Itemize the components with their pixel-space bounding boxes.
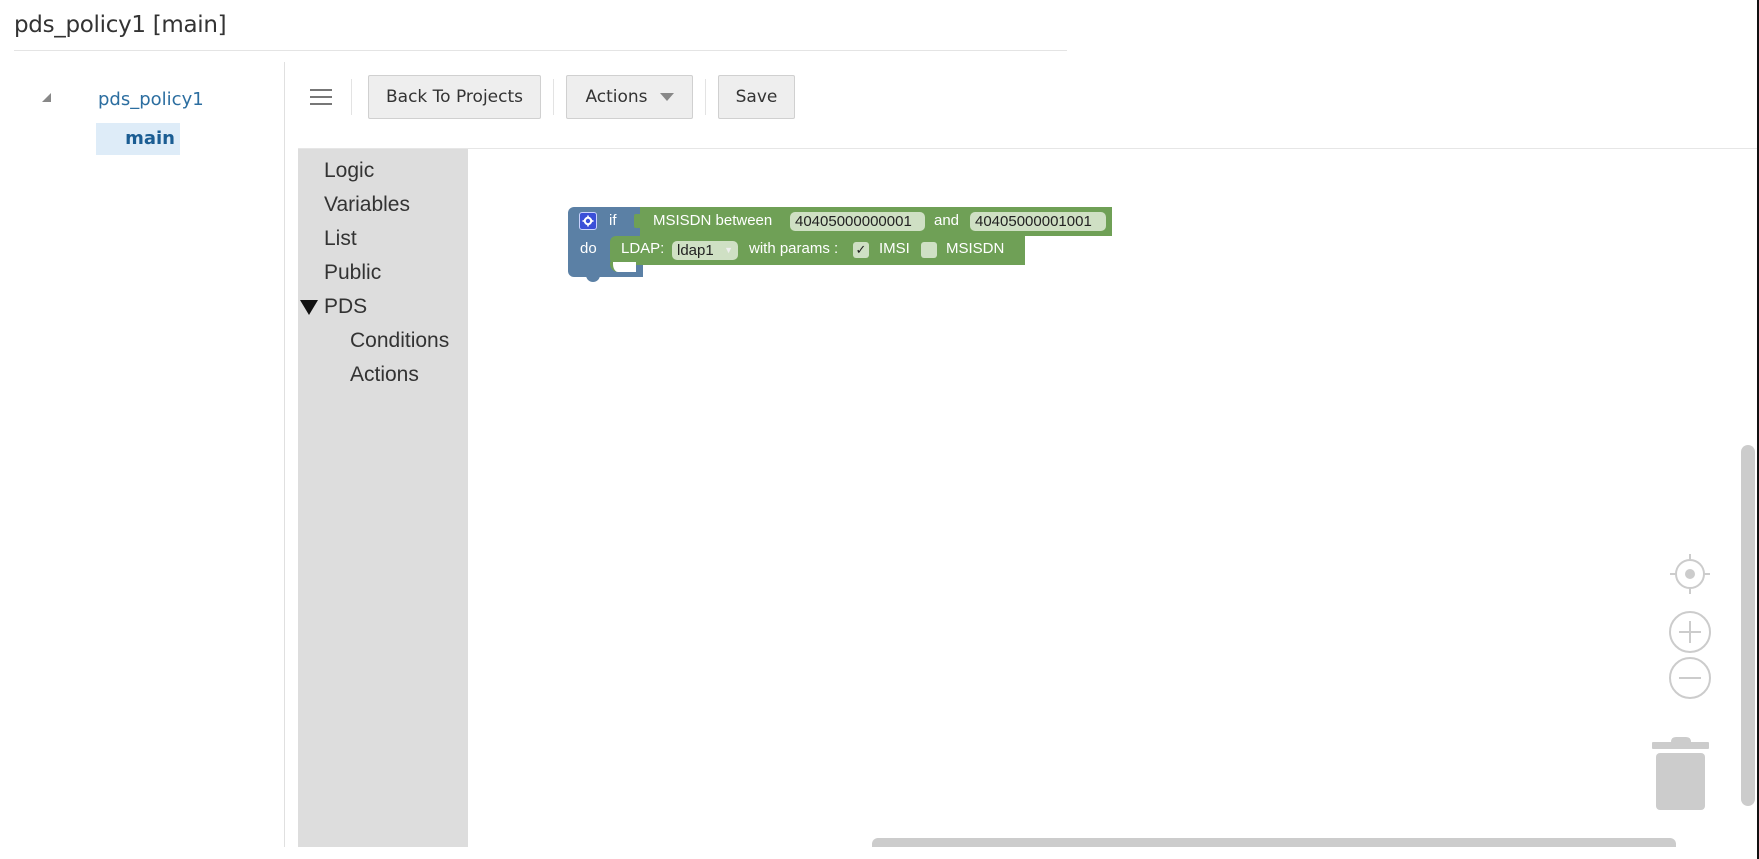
tree-item-main[interactable]: main xyxy=(96,123,180,155)
msisdn-label: MSISDN xyxy=(946,240,1005,257)
msisdn-from-field[interactable]: 40405000000001 xyxy=(790,212,925,231)
msisdn-checkbox[interactable] xyxy=(921,242,937,258)
zoom-out-icon[interactable] xyxy=(1668,656,1712,700)
hamburger-icon[interactable] xyxy=(310,89,332,107)
tree-item-project[interactable]: pds_policy1 xyxy=(98,89,204,110)
toolbox-category-actions[interactable]: Actions xyxy=(350,363,419,387)
actions-label: Actions xyxy=(585,87,648,107)
toolbox-category-variables[interactable]: Variables xyxy=(324,193,410,217)
expand-triangle-icon[interactable] xyxy=(300,300,318,315)
condition-label: MSISDN between xyxy=(653,212,773,229)
chevron-down-icon xyxy=(659,93,674,101)
toolbox-category-conditions[interactable]: Conditions xyxy=(350,329,449,353)
ldap-dropdown[interactable]: ldap1 ▼ xyxy=(672,241,738,260)
with-params-label: with params : xyxy=(749,240,839,257)
back-to-projects-button[interactable]: Back To Projects xyxy=(368,75,541,119)
toolbox-category-list[interactable]: List xyxy=(324,227,357,251)
toolbar-separator xyxy=(351,79,352,115)
and-label: and xyxy=(934,212,960,229)
dropdown-arrow-icon: ▼ xyxy=(724,245,733,255)
actions-menu-button[interactable]: Actions xyxy=(566,75,693,119)
imsi-checkbox[interactable]: ✓ xyxy=(853,242,869,258)
imsi-label: IMSI xyxy=(879,240,910,257)
vertical-scrollbar[interactable] xyxy=(1741,445,1755,806)
title-divider xyxy=(14,50,1067,51)
tree-collapse-icon[interactable] xyxy=(42,93,51,102)
recenter-icon[interactable] xyxy=(1668,552,1712,596)
toolbox-category-pds[interactable]: PDS xyxy=(324,295,367,319)
toolbox-category-public[interactable]: Public xyxy=(324,261,381,285)
toolbar-separator xyxy=(553,79,554,115)
blockly-toolbox: Logic Variables List Public PDS Conditio… xyxy=(298,149,468,847)
do-label: do xyxy=(580,240,597,257)
save-button[interactable]: Save xyxy=(718,75,795,119)
zoom-in-icon[interactable] xyxy=(1668,610,1712,654)
action-block-connector xyxy=(610,262,636,272)
ldap-selected-value: ldap1 xyxy=(677,242,714,259)
msisdn-to-field[interactable]: 40405000001001 xyxy=(970,212,1106,231)
horizontal-scrollbar[interactable] xyxy=(872,838,1676,847)
toolbar-separator xyxy=(705,79,706,115)
toolbox-category-logic[interactable]: Logic xyxy=(324,159,374,183)
gear-icon[interactable] xyxy=(579,212,597,230)
if-label: if xyxy=(609,212,617,229)
trash-icon[interactable] xyxy=(1651,736,1711,812)
page-title: pds_policy1 [main] xyxy=(14,12,227,38)
panel-divider[interactable] xyxy=(284,62,285,847)
ldap-label: LDAP: xyxy=(621,240,665,257)
